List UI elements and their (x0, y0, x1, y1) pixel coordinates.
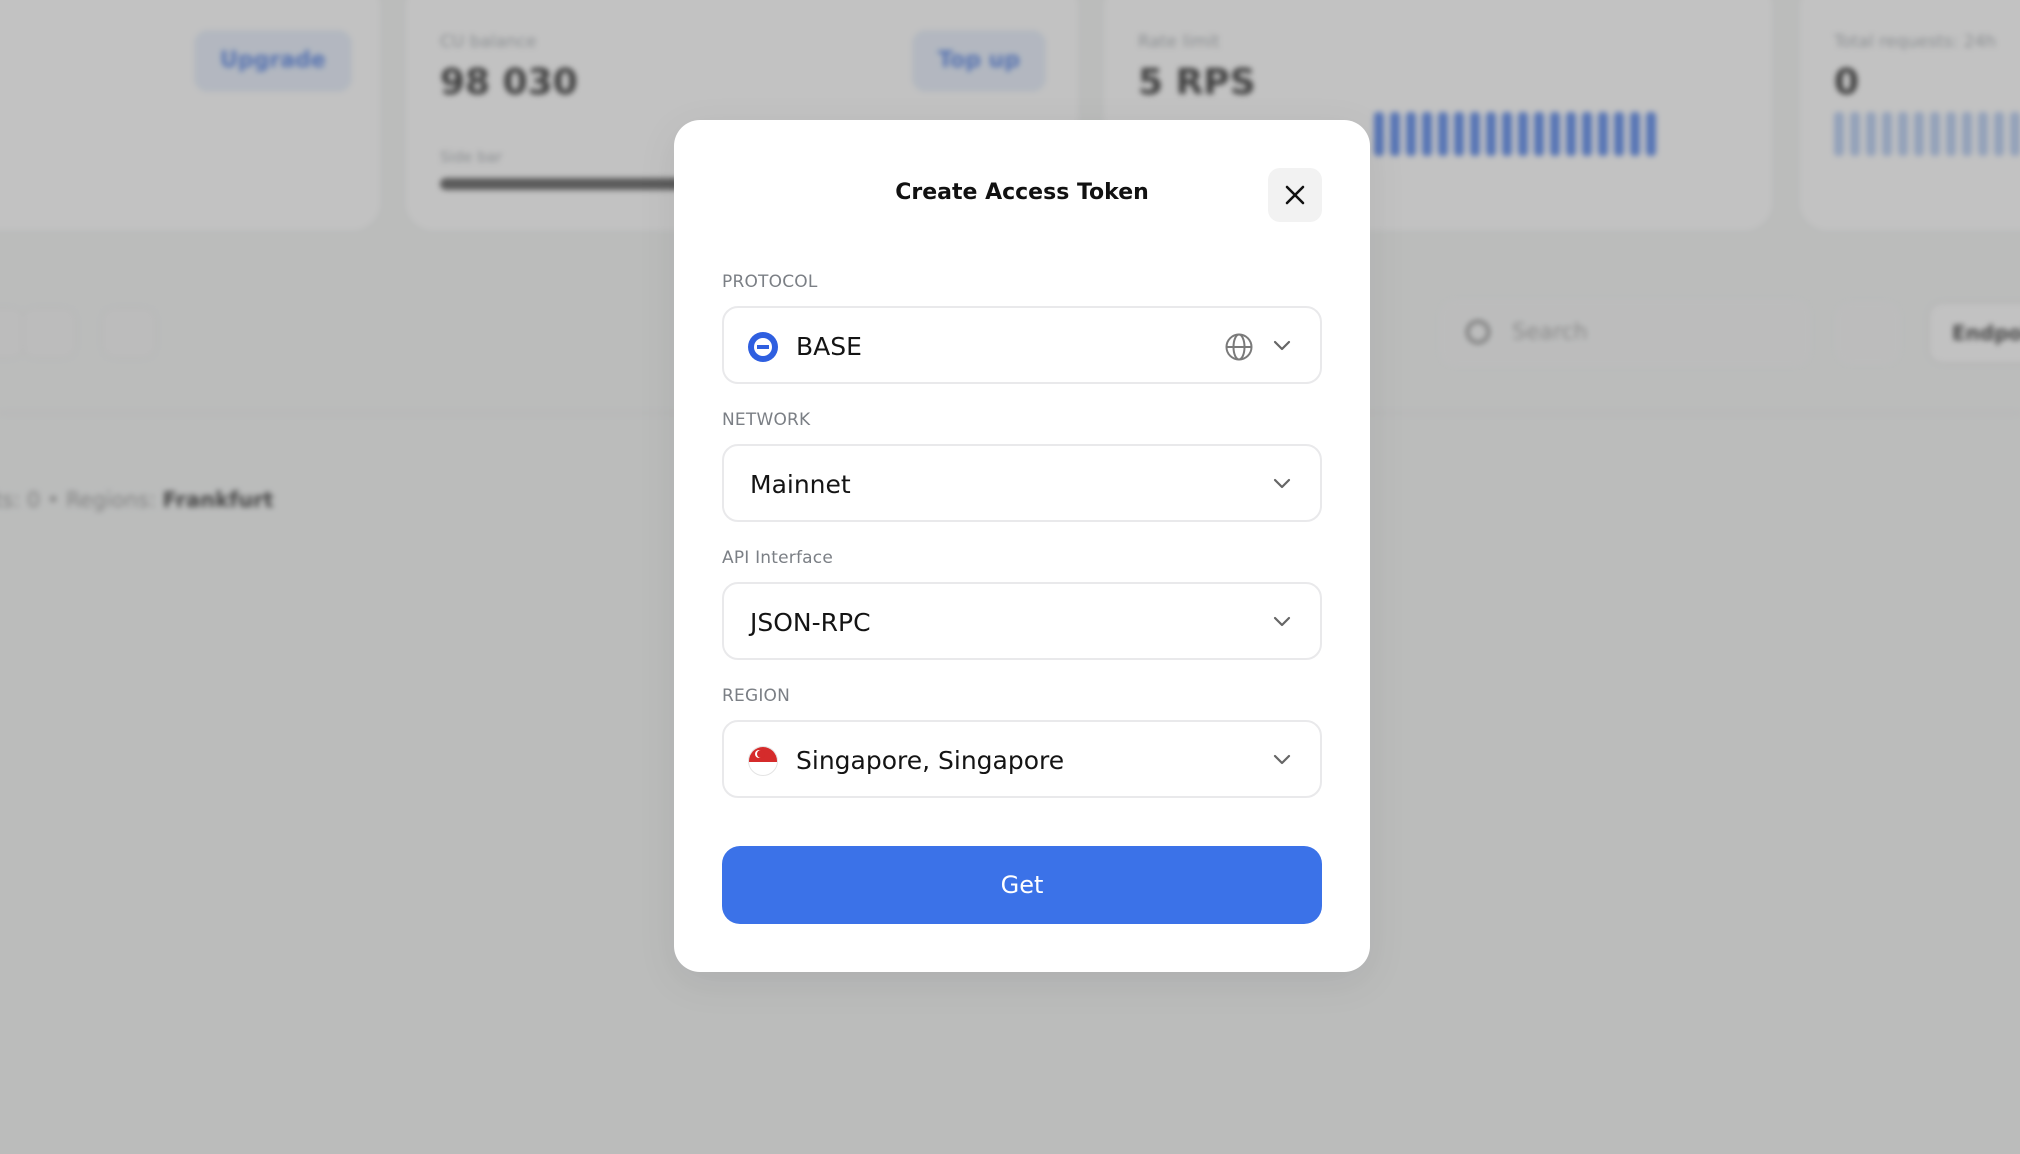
network-select[interactable]: Mainnet (722, 444, 1322, 522)
api-interface-select[interactable]: JSON-RPC (722, 582, 1322, 660)
create-access-token-modal: Create Access Token PROTOCOL BASE NETWOR… (674, 120, 1370, 972)
api-interface-value: JSON-RPC (750, 608, 871, 637)
modal-title: Create Access Token (895, 180, 1149, 205)
protocol-label: PROTOCOL (722, 272, 818, 292)
region-value: Singapore, Singapore (796, 746, 1065, 775)
close-button[interactable] (1268, 168, 1322, 222)
network-value: Mainnet (750, 470, 851, 499)
base-protocol-icon (748, 332, 778, 362)
protocol-value: BASE (796, 332, 862, 361)
region-select[interactable]: Singapore, Singapore (722, 720, 1322, 798)
globe-icon (1225, 333, 1253, 361)
get-button[interactable]: Get (722, 846, 1322, 924)
api-interface-label: API Interface (722, 548, 834, 568)
chevron-down-icon (1273, 616, 1291, 627)
singapore-flag-icon (748, 746, 778, 776)
screen: Upgrade CU balance 98 030 Top up Side ba… (0, 0, 2020, 1154)
chevron-down-icon (1273, 478, 1291, 489)
chevron-down-icon (1273, 754, 1291, 765)
region-label: REGION (722, 686, 791, 706)
chevron-down-icon (1273, 340, 1291, 351)
close-icon (1285, 185, 1305, 205)
network-label: NETWORK (722, 410, 811, 430)
protocol-select[interactable]: BASE (722, 306, 1322, 384)
